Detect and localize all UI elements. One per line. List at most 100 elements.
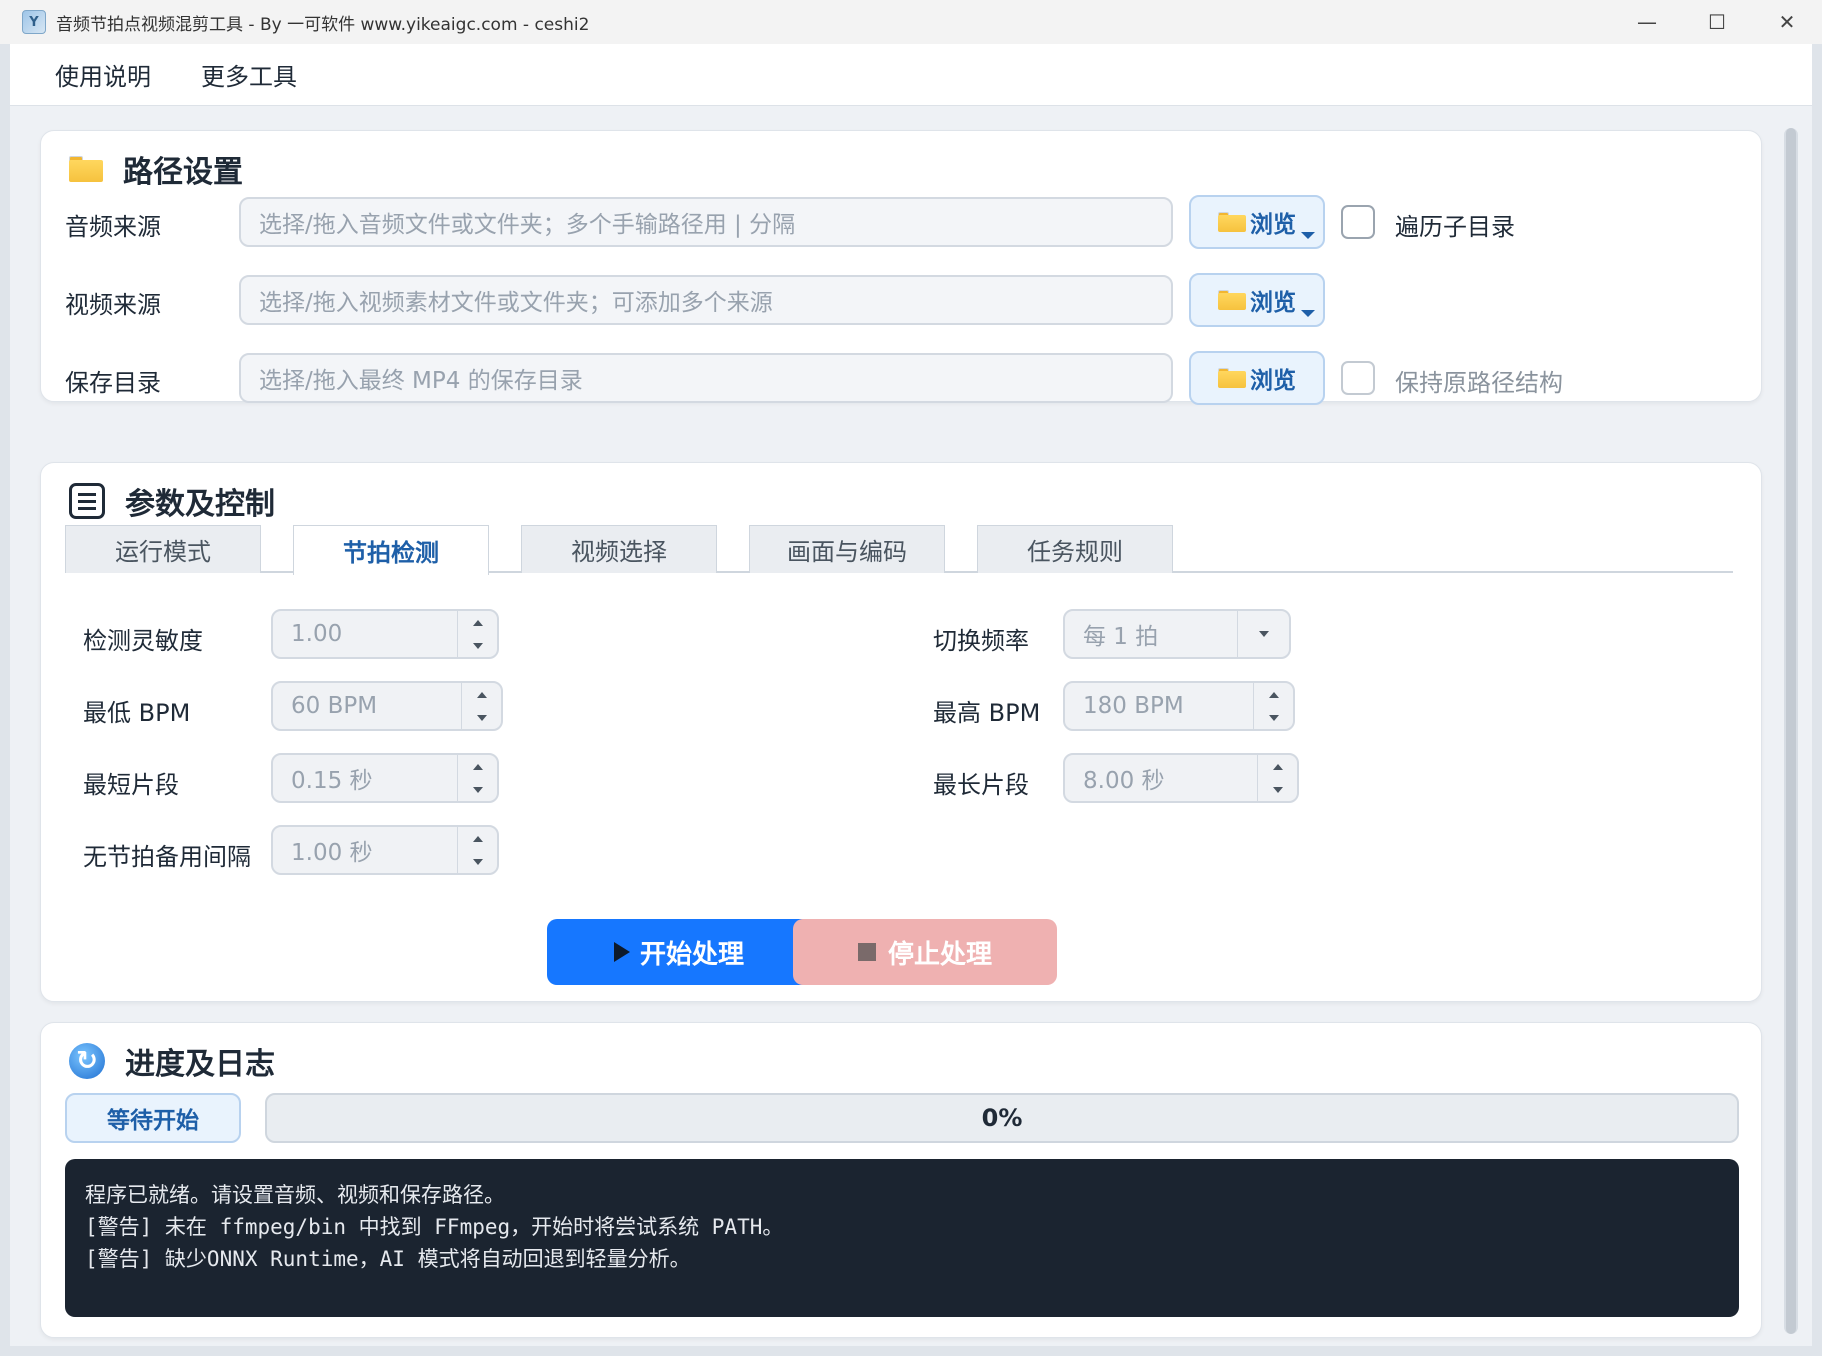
spin-up-icon[interactable]	[458, 755, 497, 778]
min-bpm-label: 最低 BPM	[83, 699, 191, 727]
fallback-interval-value: 1.00 秒	[291, 840, 373, 866]
play-icon	[613, 942, 630, 962]
video-source-label: 视频来源	[65, 291, 161, 319]
params-control-header: 参数及控制	[69, 479, 275, 523]
refresh-icon: ↻	[69, 1043, 105, 1079]
dropdown-caret-icon[interactable]	[1301, 310, 1315, 317]
progress-bar: 0%	[265, 1093, 1739, 1143]
scroll-thumb[interactable]	[1786, 128, 1796, 1334]
sensitivity-label: 检测灵敏度	[83, 627, 203, 655]
max-clip-spinbox[interactable]: 8.00 秒	[1063, 753, 1299, 803]
save-browse-label: 浏览	[1250, 368, 1296, 394]
max-clip-value: 8.00 秒	[1083, 768, 1165, 794]
spin-up-icon[interactable]	[462, 683, 501, 706]
switch-frequency-value: 每 1 拍	[1083, 624, 1159, 650]
min-clip-spinbox[interactable]: 0.15 秒	[271, 753, 499, 803]
video-browse-label: 浏览	[1250, 290, 1296, 316]
progress-log-header: ↻ 进度及日志	[69, 1039, 275, 1083]
folder-icon	[1218, 212, 1246, 232]
progress-log-title: 进度及日志	[125, 1047, 275, 1082]
spin-down-icon[interactable]	[1258, 778, 1297, 801]
stop-icon	[857, 943, 876, 961]
menu-bar: 使用说明 更多工具	[10, 44, 1812, 106]
status-badge: 等待开始	[65, 1093, 241, 1143]
chevron-down-icon[interactable]	[1237, 611, 1289, 657]
save-browse-button[interactable]: 浏览	[1189, 351, 1325, 405]
path-settings-card: 路径设置 音频来源 选择/拖入音频文件或文件夹；多个手输路径用 | 分隔 浏览 …	[40, 130, 1762, 405]
start-button[interactable]: 开始处理	[547, 919, 811, 985]
spin-arrows	[1257, 755, 1297, 801]
menu-more-tools[interactable]: 更多工具	[201, 57, 297, 92]
stop-button-label: 停止处理	[887, 939, 992, 970]
tab-picture-encoding[interactable]: 画面与编码	[749, 525, 945, 573]
spin-down-icon[interactable]	[462, 706, 501, 729]
audio-browse-button[interactable]: 浏览	[1189, 195, 1325, 249]
dropdown-caret-icon[interactable]	[1301, 232, 1315, 239]
spin-arrows	[457, 827, 497, 873]
log-line: [警告] 缺少ONNX Runtime，AI 模式将自动回退到轻量分析。	[85, 1247, 691, 1271]
traverse-subdir-label[interactable]: 遍历子目录	[1395, 207, 1515, 242]
audio-source-input[interactable]: 选择/拖入音频文件或文件夹；多个手输路径用 | 分隔	[239, 197, 1173, 247]
maximize-button[interactable]: ☐	[1682, 0, 1752, 44]
spin-arrows	[457, 755, 497, 801]
tab-run-mode[interactable]: 运行模式	[65, 525, 261, 573]
tab-task-rules[interactable]: 任务规则	[977, 525, 1173, 573]
title-bar: Y 音频节拍点视频混剪工具 - By 一可软件 www.yikeaigc.com…	[0, 0, 1822, 44]
save-dir-label: 保存目录	[65, 369, 161, 397]
folder-icon	[1218, 290, 1246, 310]
min-clip-value: 0.15 秒	[291, 768, 373, 794]
switch-frequency-label: 切换频率	[933, 627, 1029, 655]
audio-browse-label: 浏览	[1250, 212, 1296, 238]
keep-structure-checkbox[interactable]	[1341, 361, 1375, 395]
folder-icon	[69, 156, 103, 182]
sensitivity-spinbox[interactable]: 1.00	[271, 609, 499, 659]
max-bpm-spinbox[interactable]: 180 BPM	[1063, 681, 1295, 731]
max-bpm-label: 最高 BPM	[933, 699, 1041, 727]
spin-down-icon[interactable]	[458, 634, 497, 657]
spin-arrows	[1253, 683, 1293, 729]
spin-down-icon[interactable]	[458, 850, 497, 873]
close-button[interactable]: ✕	[1752, 0, 1822, 44]
spin-up-icon[interactable]	[458, 827, 497, 850]
spin-up-icon[interactable]	[458, 611, 497, 634]
keep-structure-label[interactable]: 保持原路径结构	[1395, 363, 1563, 398]
path-settings-header: 路径设置	[69, 147, 243, 191]
switch-frequency-select[interactable]: 每 1 拍	[1063, 609, 1291, 659]
video-browse-button[interactable]: 浏览	[1189, 273, 1325, 327]
audio-source-label: 音频来源	[65, 213, 161, 241]
params-control-card: 参数及控制 运行模式 节拍检测 视频选择 画面与编码 任务规则 检测灵敏度 1.…	[40, 462, 1762, 1002]
spin-up-icon[interactable]	[1258, 755, 1297, 778]
spin-down-icon[interactable]	[1254, 706, 1293, 729]
fallback-interval-label: 无节拍备用间隔	[83, 843, 251, 871]
folder-icon	[1218, 368, 1246, 388]
video-source-input[interactable]: 选择/拖入视频素材文件或文件夹；可添加多个来源	[239, 275, 1173, 325]
spin-arrows	[457, 611, 497, 657]
window-title: 音频节拍点视频混剪工具 - By 一可软件 www.yikeaigc.com -…	[56, 14, 590, 35]
menu-usage[interactable]: 使用说明	[55, 57, 151, 92]
stop-button[interactable]: 停止处理	[793, 919, 1057, 985]
vertical-scrollbar[interactable]	[1784, 128, 1798, 1334]
min-bpm-spinbox[interactable]: 60 BPM	[271, 681, 503, 731]
list-document-icon	[69, 483, 105, 519]
log-output[interactable]: 程序已就绪。请设置音频、视频和保存路径。 [警告] 未在 ffmpeg/bin …	[65, 1159, 1739, 1317]
start-button-label: 开始处理	[639, 939, 744, 970]
spin-arrows	[461, 683, 501, 729]
fallback-interval-spinbox[interactable]: 1.00 秒	[271, 825, 499, 875]
save-dir-input[interactable]: 选择/拖入最终 MP4 的保存目录	[239, 353, 1173, 403]
app-icon: Y	[22, 10, 46, 34]
traverse-subdir-checkbox[interactable]	[1341, 205, 1375, 239]
minimize-button[interactable]: —	[1612, 0, 1682, 44]
params-tab-bar: 运行模式 节拍检测 视频选择 画面与编码 任务规则	[65, 525, 1733, 575]
max-bpm-value: 180 BPM	[1083, 693, 1184, 719]
sensitivity-value: 1.00	[291, 621, 343, 647]
window-controls: — ☐ ✕	[1612, 0, 1822, 44]
min-bpm-value: 60 BPM	[291, 693, 378, 719]
tab-video-selection[interactable]: 视频选择	[521, 525, 717, 573]
min-clip-label: 最短片段	[83, 771, 179, 799]
log-line: [警告] 未在 ffmpeg/bin 中找到 FFmpeg，开始时将尝试系统 P…	[85, 1215, 784, 1239]
spin-down-icon[interactable]	[458, 778, 497, 801]
app-window: 使用说明 更多工具 路径设置 音频来源 选择/拖入音频文件或文件夹；多个手输路径…	[10, 44, 1812, 1346]
progress-log-card: ↻ 进度及日志 等待开始 0% 程序已就绪。请设置音频、视频和保存路径。 [警告…	[40, 1022, 1762, 1338]
tab-beat-detection[interactable]: 节拍检测	[293, 525, 489, 575]
spin-up-icon[interactable]	[1254, 683, 1293, 706]
